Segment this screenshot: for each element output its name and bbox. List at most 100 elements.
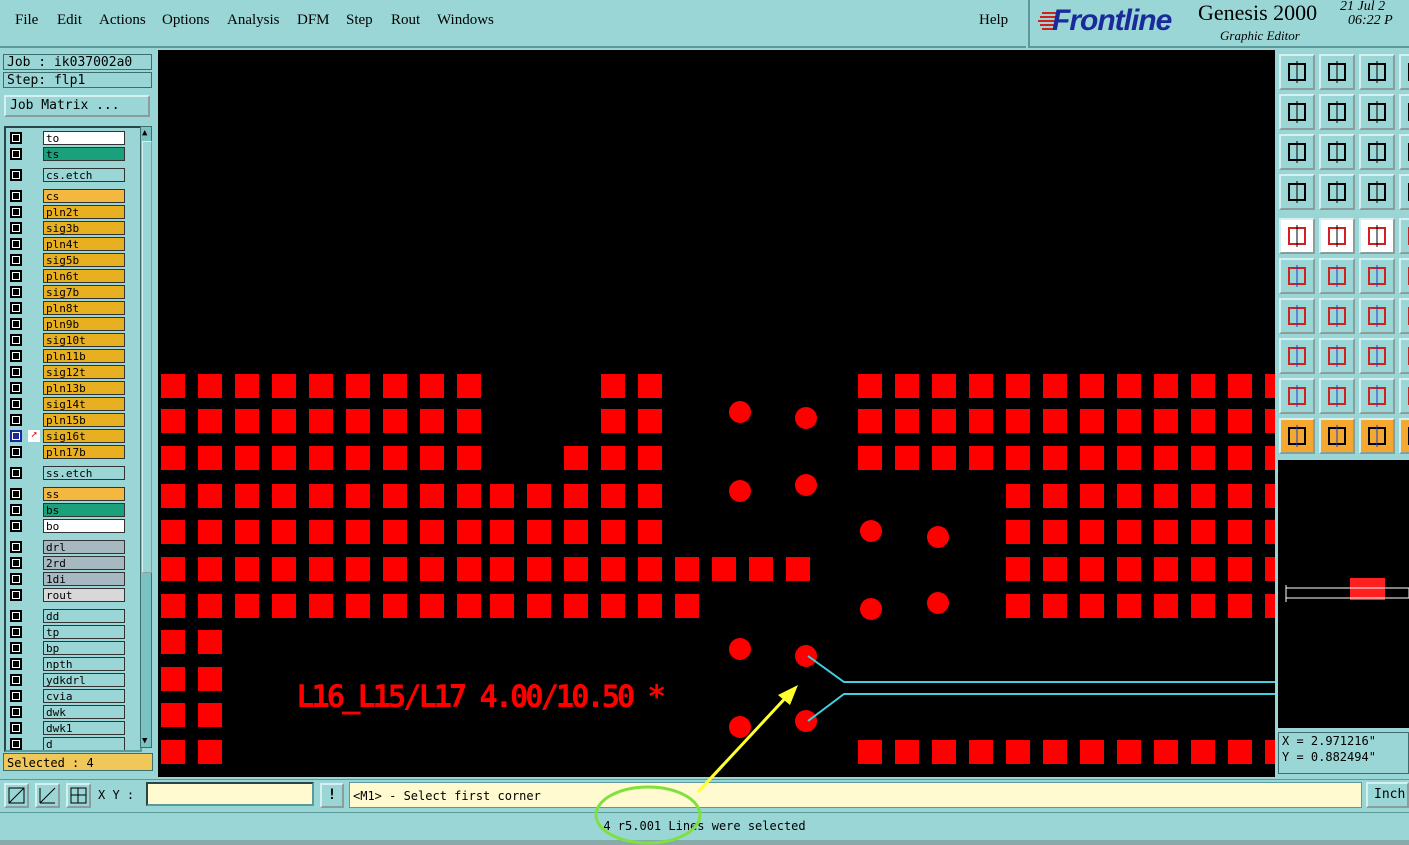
right-button[interactable] <box>1319 94 1355 130</box>
move-up-button[interactable] <box>1279 54 1315 90</box>
square-pad[interactable] <box>1080 484 1104 508</box>
layer-name[interactable]: pln9b <box>43 317 125 331</box>
square-pad[interactable] <box>309 446 333 470</box>
square-pad[interactable] <box>895 374 919 398</box>
square-pad[interactable] <box>420 520 444 544</box>
layer-checkbox[interactable] <box>10 148 22 160</box>
square-pad[interactable] <box>564 520 588 544</box>
square-pad[interactable] <box>346 374 370 398</box>
square-pad[interactable] <box>490 557 514 581</box>
square-pad[interactable] <box>1006 557 1030 581</box>
square-pad[interactable] <box>969 374 993 398</box>
square-pad[interactable] <box>601 374 625 398</box>
round-pad[interactable] <box>795 645 817 667</box>
layer-checkbox[interactable] <box>10 626 22 638</box>
layer-row-pln9b[interactable]: pln9b <box>8 316 128 332</box>
layer-checkbox[interactable] <box>10 222 22 234</box>
square-pad[interactable] <box>1006 374 1030 398</box>
square-pad[interactable] <box>346 446 370 470</box>
square-pad[interactable] <box>969 409 993 433</box>
square-pad[interactable] <box>1191 594 1215 618</box>
menu-dfm[interactable]: DFM <box>297 12 330 29</box>
square-pad[interactable] <box>1191 484 1215 508</box>
square-pad[interactable] <box>309 374 333 398</box>
square-pad[interactable] <box>527 557 551 581</box>
move-down-button[interactable] <box>1319 54 1355 90</box>
scroll-up-icon[interactable]: ▲ <box>142 128 150 138</box>
layer-name[interactable]: rout <box>43 588 125 602</box>
square-pad[interactable] <box>675 557 699 581</box>
square-pad[interactable] <box>1191 409 1215 433</box>
square-pad[interactable] <box>1043 484 1067 508</box>
layer-checkbox[interactable] <box>10 706 22 718</box>
layer-name[interactable]: pln17b <box>43 445 125 459</box>
round-pad[interactable] <box>729 716 751 738</box>
square-pad[interactable] <box>420 484 444 508</box>
connect-button[interactable] <box>1279 258 1315 294</box>
square-pad[interactable] <box>235 594 259 618</box>
square-pad[interactable] <box>272 374 296 398</box>
square-pad[interactable] <box>490 520 514 544</box>
square-pad[interactable] <box>1006 446 1030 470</box>
square-pad[interactable] <box>786 557 810 581</box>
square-pad[interactable] <box>895 740 919 764</box>
square-pad[interactable] <box>895 446 919 470</box>
layer-name[interactable]: ydkdrl <box>43 673 125 687</box>
layer-checkbox[interactable] <box>10 642 22 654</box>
square-pad[interactable] <box>235 520 259 544</box>
square-pad[interactable] <box>346 557 370 581</box>
square-pad[interactable] <box>1117 484 1141 508</box>
square-pad[interactable] <box>749 557 773 581</box>
square-pad[interactable] <box>235 409 259 433</box>
square-pad[interactable] <box>161 703 185 727</box>
square-pad[interactable] <box>457 557 481 581</box>
square-pad[interactable] <box>161 557 185 581</box>
square-pad[interactable] <box>1154 484 1178 508</box>
square-pad[interactable] <box>457 484 481 508</box>
square-pad[interactable] <box>420 594 444 618</box>
square-pad[interactable] <box>527 594 551 618</box>
square-pad[interactable] <box>420 446 444 470</box>
layer-name[interactable]: pln4t <box>43 237 125 251</box>
layer-name[interactable]: dwk1 <box>43 721 125 735</box>
square-pad[interactable] <box>161 446 185 470</box>
layer-checkbox[interactable] <box>10 430 22 442</box>
square-pad[interactable] <box>198 409 222 433</box>
layer-checkbox[interactable] <box>10 504 22 516</box>
units-button[interactable]: Inch <box>1366 782 1409 808</box>
square-pad[interactable] <box>1006 409 1030 433</box>
layer-name[interactable]: sig16t <box>43 429 125 443</box>
square-pad[interactable] <box>1228 594 1252 618</box>
square-pad[interactable] <box>457 520 481 544</box>
square-pad[interactable] <box>457 446 481 470</box>
triangle-button[interactable] <box>1279 378 1315 414</box>
minus-button[interactable] <box>1319 338 1355 374</box>
minimap[interactable] <box>1278 460 1409 728</box>
extra8-button[interactable] <box>1399 418 1409 454</box>
layer-row-ydkdrl[interactable]: ydkdrl <box>8 672 128 688</box>
layer-checkbox[interactable] <box>10 206 22 218</box>
square-pad[interactable] <box>1080 557 1104 581</box>
square-pad[interactable] <box>601 446 625 470</box>
triangle2-button[interactable] <box>1319 378 1355 414</box>
zoom-tool-button[interactable] <box>4 783 29 808</box>
square-pad[interactable] <box>1265 374 1275 398</box>
zoom-button[interactable] <box>1319 134 1355 170</box>
square-pad[interactable] <box>272 446 296 470</box>
square-pad[interactable] <box>490 484 514 508</box>
square-pad[interactable] <box>161 594 185 618</box>
layer-name[interactable]: dwk <box>43 705 125 719</box>
layer-row-1di[interactable]: 1di <box>8 571 128 587</box>
ruler-button[interactable] <box>1359 218 1395 254</box>
layer-checkbox[interactable] <box>10 366 22 378</box>
square-pad[interactable] <box>638 374 662 398</box>
layer-row-to[interactable]: to <box>8 130 128 146</box>
square-pad[interactable] <box>932 446 956 470</box>
round-pad[interactable] <box>860 598 882 620</box>
square-pad[interactable] <box>1228 446 1252 470</box>
layer-row-2rd[interactable]: 2rd <box>8 555 128 571</box>
layer-row-pln4t[interactable]: pln4t <box>8 236 128 252</box>
layer-checkbox[interactable] <box>10 382 22 394</box>
square-pad[interactable] <box>1043 520 1067 544</box>
snap-button[interactable] <box>1279 338 1315 374</box>
